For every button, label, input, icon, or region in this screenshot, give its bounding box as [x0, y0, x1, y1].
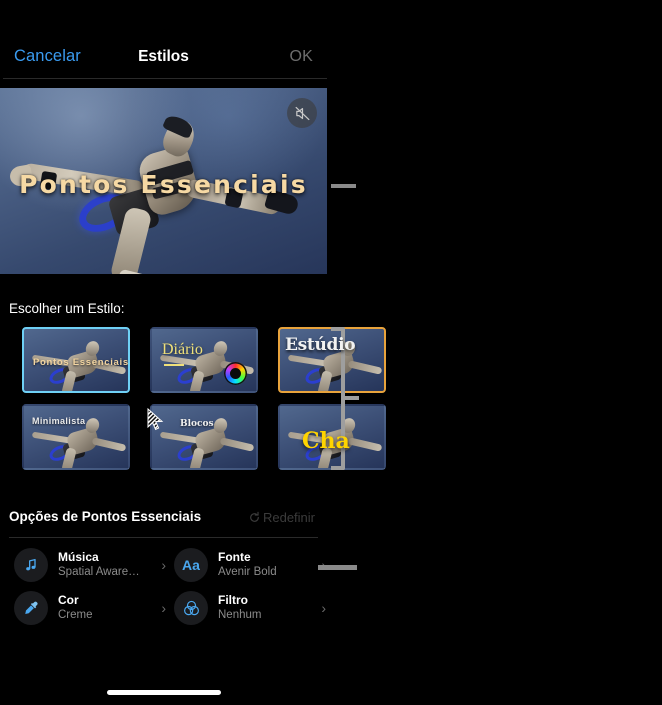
style-thumb-label: Blocos	[180, 419, 214, 429]
option-filtro[interactable]: Filtro Nenhum ›	[174, 591, 326, 625]
option-label: Cor	[58, 593, 79, 608]
app-panel: Cancelar Estilos OK Pontos Essenciais Es…	[0, 0, 386, 705]
style-thumb-blocos[interactable]: Blocos	[150, 404, 258, 470]
eyedropper-icon-wrap	[14, 591, 48, 625]
nav-divider	[3, 78, 327, 79]
reset-button[interactable]: Redefinir	[248, 510, 315, 525]
options-title: Opções de Pontos Essenciais	[9, 509, 202, 524]
style-thumb-label: Cha	[302, 428, 350, 454]
style-thumb-minimalista[interactable]: Minimalista	[22, 404, 130, 470]
reset-label: Redefinir	[262, 510, 315, 525]
screen-root: Cancelar Estilos OK Pontos Essenciais Es…	[0, 0, 662, 705]
style-thumb-rule	[164, 364, 184, 366]
option-label: Fonte	[218, 550, 251, 565]
option-label: Filtro	[218, 593, 248, 608]
page-title: Estilos	[138, 48, 189, 65]
refresh-icon	[250, 511, 259, 522]
style-row-1: Pontos Essenciais Diário Estúdio	[22, 327, 386, 393]
ok-button[interactable]: OK	[289, 48, 313, 66]
style-thumb-diario[interactable]: Diário	[150, 327, 258, 393]
music-note-icon	[26, 558, 36, 571]
option-cor[interactable]: Cor Creme ›	[14, 591, 166, 625]
fonte-measure-rule	[318, 565, 357, 570]
options-row-2: Cor Creme › Filtro Nenhum ›	[14, 591, 327, 625]
option-fonte[interactable]: Aa Fonte Avenir Bold ›	[174, 548, 326, 582]
option-value: Nenhum	[218, 609, 262, 622]
option-value: Spatial Aware…	[58, 566, 140, 579]
option-value: Avenir Bold	[218, 566, 277, 579]
choose-style-label: Escolher um Estilo:	[9, 301, 125, 316]
style-thumb-label: Diário	[162, 341, 203, 358]
style-thumb-label: Estúdio	[285, 335, 356, 355]
filter-circles-icon	[183, 600, 199, 615]
style-grid-bracket-tick	[345, 396, 359, 400]
preview-title-text: Pontos Essenciais	[19, 170, 308, 199]
option-label: Música	[58, 550, 99, 565]
eyedropper-icon	[24, 601, 38, 614]
option-musica[interactable]: Música Spatial Aware… ›	[14, 548, 166, 582]
video-preview[interactable]: Pontos Essenciais	[0, 88, 327, 274]
options-divider	[9, 537, 318, 538]
option-text-block: Música Spatial Aware…	[58, 550, 157, 580]
speaker-muted-icon	[295, 106, 309, 120]
option-text-block: Fonte Avenir Bold	[218, 550, 317, 580]
style-thumb-label: Pontos Essenciais	[33, 357, 129, 368]
home-indicator	[106, 690, 221, 695]
option-text-block: Cor Creme	[58, 593, 157, 623]
chevron-right-icon: ›	[321, 600, 326, 616]
option-text-block: Filtro Nenhum	[218, 593, 317, 623]
style-thumb-pontos-essenciais[interactable]: Pontos Essenciais	[22, 327, 130, 393]
options-grid: Música Spatial Aware… › Aa Fonte Avenir …	[14, 548, 327, 634]
style-thumb-label: Minimalista	[32, 416, 86, 426]
style-row-2: Minimalista Blocos Cha	[22, 404, 386, 470]
mute-toggle-button[interactable]	[287, 98, 317, 128]
chevron-right-icon: ›	[161, 600, 166, 616]
text-aa-icon: Aa	[182, 557, 200, 573]
options-row-1: Música Spatial Aware… › Aa Fonte Avenir …	[14, 548, 327, 582]
mouse-pointer-icon	[147, 408, 164, 431]
preview-measure-rule	[331, 184, 356, 188]
text-aa-icon-wrap: Aa	[174, 548, 208, 582]
option-value: Creme	[58, 609, 93, 622]
color-wheel-icon	[224, 362, 247, 385]
style-thumbnail-grid: Pontos Essenciais Diário Estúdio Minimal…	[22, 327, 386, 481]
nav-bar: Cancelar Estilos OK	[0, 0, 327, 80]
music-note-icon-wrap	[14, 548, 48, 582]
chevron-right-icon: ›	[161, 557, 166, 573]
filter-circles-icon-wrap	[174, 591, 208, 625]
